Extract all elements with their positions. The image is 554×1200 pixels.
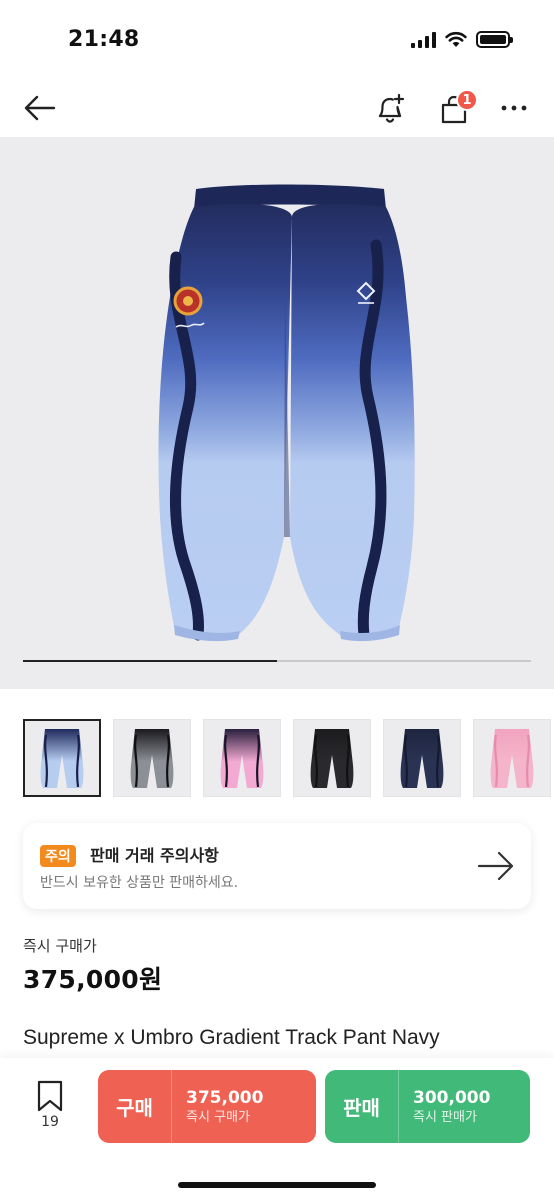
more-options-button[interactable] xyxy=(494,88,534,128)
buy-price: 375,000 xyxy=(186,1087,264,1108)
thumbnail-pants-image xyxy=(400,729,444,788)
gallery-progress-track xyxy=(23,660,531,662)
thumbnail-pants-image xyxy=(220,729,264,788)
bookmark-count: 19 xyxy=(41,1114,59,1130)
cellular-signal-icon xyxy=(411,31,436,48)
thumb-black-solid[interactable] xyxy=(293,719,371,797)
notice-subtitle: 반드시 보유한 상품만 판매하세요. xyxy=(40,875,239,891)
thumbnail-pants-image xyxy=(310,729,354,788)
buy-price-caption: 즉시 구매가 xyxy=(186,1109,250,1125)
buy-button[interactable]: 구매 375,000 즉시 구매가 xyxy=(98,1070,316,1143)
back-button[interactable] xyxy=(20,90,60,126)
sell-price: 300,000 xyxy=(413,1087,491,1108)
thumb-navy-gradient[interactable] xyxy=(23,719,101,797)
sales-notice-card[interactable]: 주의 판매 거래 주의사항 반드시 보유한 상품만 판매하세요. xyxy=(23,823,531,909)
thumb-pink-gradient[interactable] xyxy=(203,719,281,797)
notice-tag: 주의 xyxy=(40,845,76,867)
thumbnail-pants-image xyxy=(40,729,84,788)
back-arrow-icon xyxy=(24,95,56,121)
top-nav: 1 xyxy=(0,80,554,136)
sell-price-caption: 즉시 판매가 xyxy=(413,1109,477,1125)
bottom-action-bar: 19 구매 375,000 즉시 구매가 판매 300,000 즉시 판매가 xyxy=(0,1058,554,1200)
more-dots-icon xyxy=(501,105,527,111)
thumbnail-strip xyxy=(23,719,554,799)
bookmark-icon xyxy=(37,1080,63,1112)
notification-add-button[interactable] xyxy=(370,88,410,128)
product-name: Supreme x Umbro Gradient Track Pant Navy xyxy=(23,1026,440,1049)
cart-count-badge: 1 xyxy=(456,89,478,111)
status-bar: 21:48 xyxy=(0,0,554,80)
battery-icon xyxy=(476,31,513,48)
sell-button[interactable]: 판매 300,000 즉시 판매가 xyxy=(325,1070,530,1143)
thumbnail-pants-image xyxy=(490,729,534,788)
wifi-icon xyxy=(445,31,467,47)
instant-buy-price: 375,000원 xyxy=(23,965,163,994)
product-image-gallery[interactable] xyxy=(0,137,554,689)
thumb-black-gradient[interactable] xyxy=(113,719,191,797)
thumb-pink-solid[interactable] xyxy=(473,719,551,797)
status-icons xyxy=(411,31,513,48)
cart-button[interactable]: 1 xyxy=(432,88,478,128)
sell-label: 판매 xyxy=(325,1070,399,1143)
gallery-progress-fill xyxy=(23,660,277,662)
bell-plus-icon xyxy=(378,93,405,123)
buy-label: 구매 xyxy=(98,1070,172,1143)
bookmark-button[interactable]: 19 xyxy=(28,1080,72,1132)
instant-buy-price-label: 즉시 구매가 xyxy=(23,937,97,955)
arrow-right-icon xyxy=(477,851,514,881)
status-time: 21:48 xyxy=(68,27,140,52)
track-pants-image xyxy=(158,184,415,642)
home-indicator xyxy=(178,1182,376,1188)
thumb-navy-solid[interactable] xyxy=(383,719,461,797)
thumbnail-pants-image xyxy=(130,729,174,788)
notice-title: 판매 거래 주의사항 xyxy=(90,846,219,865)
